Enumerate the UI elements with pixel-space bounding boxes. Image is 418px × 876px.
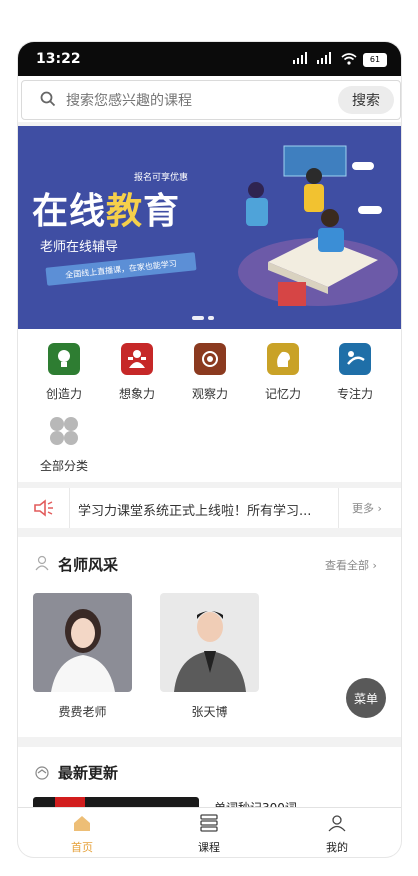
section-title: 最新更新 bbox=[58, 764, 119, 782]
category-label: 想象力 bbox=[118, 387, 155, 401]
teacher-icon bbox=[34, 555, 50, 575]
category-imagination[interactable]: 想象力 bbox=[101, 343, 173, 402]
grid-icon bbox=[48, 415, 80, 447]
category-observation[interactable]: 观察力 bbox=[174, 343, 246, 402]
floating-menu-button[interactable]: 菜单 bbox=[346, 678, 386, 718]
eye-icon bbox=[194, 343, 226, 375]
search-button[interactable]: 搜索 bbox=[338, 86, 394, 114]
category-label: 全部分类 bbox=[39, 459, 88, 473]
status-icons: 61 bbox=[293, 50, 387, 69]
teacher-photo bbox=[33, 593, 132, 692]
view-all-link[interactable]: 查看全部 › bbox=[325, 557, 377, 573]
category-grid: 创造力 想象力 观察力 记忆力 专注力 全部分类 bbox=[18, 329, 401, 482]
category-creativity[interactable]: 创造力 bbox=[28, 343, 100, 402]
latest-section: 最新更新 单词秒记300词 bbox=[18, 747, 401, 815]
category-label: 创造力 bbox=[45, 387, 82, 401]
tab-profile[interactable]: 我的 bbox=[297, 814, 377, 855]
focus-icon bbox=[339, 343, 371, 375]
head-icon bbox=[267, 343, 299, 375]
notice-text: 学习力课堂系统正式上线啦！所有学习... bbox=[78, 504, 312, 519]
notice-more-link[interactable]: 更多 › bbox=[352, 500, 382, 516]
teacher-name: 张天博 bbox=[191, 705, 228, 719]
search-box: 搜索 bbox=[21, 80, 401, 120]
search-icon bbox=[40, 91, 56, 111]
courses-icon bbox=[199, 814, 219, 836]
category-label: 专注力 bbox=[336, 387, 373, 401]
teachers-section: 名师风采 查看全部 › 费费老师 张天博 bbox=[18, 537, 401, 737]
category-focus[interactable]: 专注力 bbox=[319, 343, 391, 402]
teacher-name: 费费老师 bbox=[58, 705, 107, 719]
banner-title-part2: 育 bbox=[143, 191, 181, 232]
divider bbox=[69, 488, 70, 528]
view-all-label: 查看全部 bbox=[325, 559, 369, 572]
chevron-right-icon: › bbox=[372, 559, 377, 572]
tab-label: 课程 bbox=[198, 841, 220, 854]
person-icon bbox=[121, 343, 153, 375]
notice-bar[interactable]: 学习力课堂系统正式上线啦！所有学习... 更多 › bbox=[18, 488, 401, 528]
section-title: 名师风采 bbox=[58, 556, 119, 574]
teacher-card[interactable]: 张天博 bbox=[160, 593, 259, 720]
divider bbox=[338, 488, 339, 528]
carousel-dot[interactable] bbox=[192, 316, 204, 320]
chevron-right-icon: › bbox=[377, 502, 382, 515]
banner-title: 在线教育 bbox=[32, 182, 180, 234]
battery-icon: 61 bbox=[363, 52, 387, 67]
category-all[interactable]: 全部分类 bbox=[28, 415, 100, 474]
speaker-icon bbox=[32, 498, 54, 522]
profile-icon bbox=[327, 815, 347, 836]
search-bar: 搜索 bbox=[18, 76, 401, 122]
tab-label: 首页 bbox=[71, 841, 93, 854]
banner-ribbon: 全国线上直播课，在家也能学习 bbox=[45, 252, 197, 286]
bottom-tab-bar: 首页 课程 我的 bbox=[18, 807, 401, 857]
bulb-icon bbox=[48, 343, 80, 375]
search-input[interactable] bbox=[64, 89, 338, 113]
notice-more-label: 更多 bbox=[352, 502, 374, 515]
status-bar: 13:22 61 bbox=[18, 42, 401, 76]
teacher-card[interactable]: 费费老师 bbox=[33, 593, 132, 720]
banner-subtitle: 老师在线辅导 bbox=[40, 240, 119, 255]
banner-illustration bbox=[238, 145, 398, 306]
phone-frame: 13:22 61 搜索 报名可享优惠 在线教育 老 bbox=[18, 42, 401, 857]
wifi-icon bbox=[341, 50, 357, 69]
signal-icon bbox=[293, 52, 311, 67]
status-time: 13:22 bbox=[36, 51, 81, 67]
category-label: 记忆力 bbox=[264, 387, 301, 401]
refresh-icon bbox=[34, 765, 50, 785]
category-memory[interactable]: 记忆力 bbox=[247, 343, 319, 402]
teacher-photo bbox=[160, 593, 259, 692]
carousel-dot[interactable] bbox=[208, 316, 214, 320]
tab-home[interactable]: 首页 bbox=[42, 814, 122, 855]
category-label: 观察力 bbox=[191, 387, 228, 401]
tab-courses[interactable]: 课程 bbox=[169, 814, 249, 855]
banner-title-part1: 在线 bbox=[32, 191, 107, 232]
promo-banner[interactable]: 报名可享优惠 在线教育 老师在线辅导 全国线上直播课，在家也能学习 bbox=[18, 126, 401, 329]
carousel-dots bbox=[192, 316, 214, 320]
banner-title-accent: 教 bbox=[106, 191, 144, 232]
home-icon bbox=[72, 816, 92, 836]
tab-label: 我的 bbox=[326, 841, 348, 854]
signal-icon-2 bbox=[317, 52, 335, 67]
